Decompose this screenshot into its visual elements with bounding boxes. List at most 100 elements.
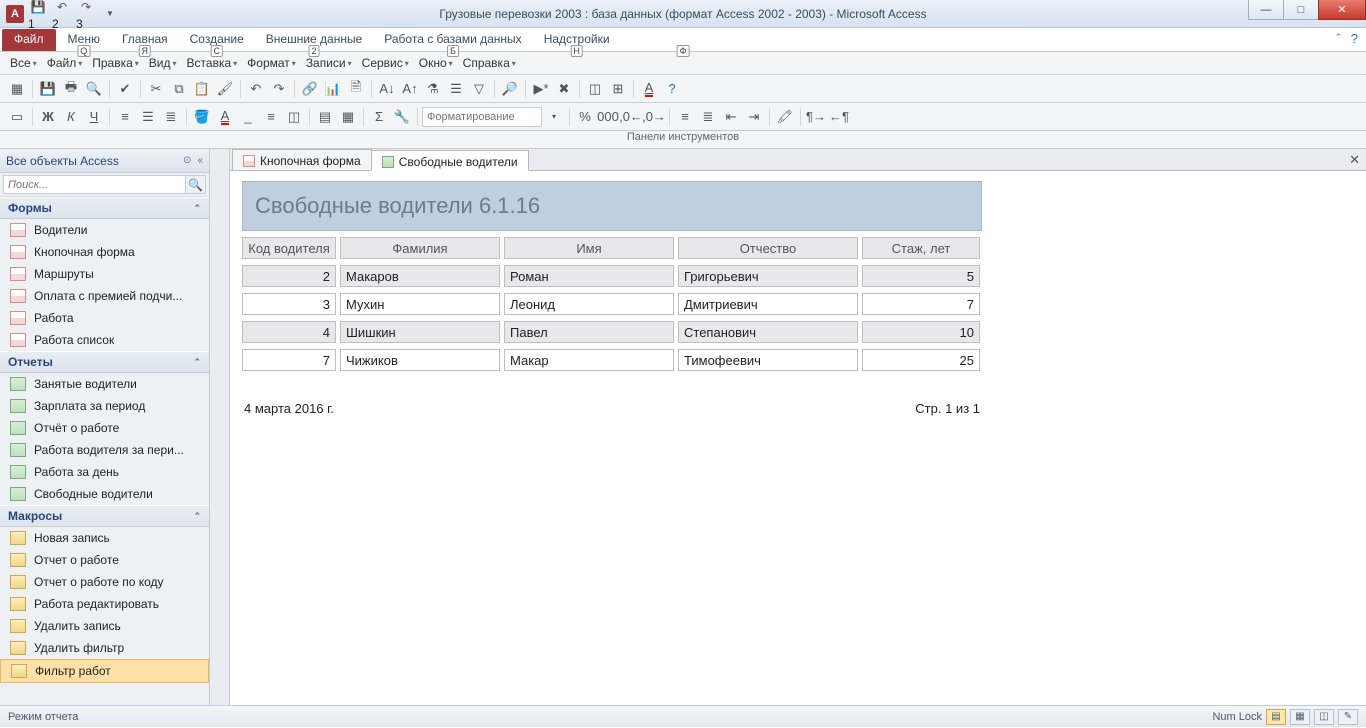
thousand-icon[interactable]: 000 <box>597 106 619 128</box>
find-icon[interactable]: 🔎 <box>499 78 521 100</box>
nav-item[interactable]: Удалить запись <box>0 615 209 637</box>
nav-item[interactable]: Работа водителя за пери... <box>0 439 209 461</box>
filter-toggle-icon[interactable]: ▽ <box>468 78 490 100</box>
tab-database[interactable]: Работа с базами данныхБ <box>374 29 531 51</box>
nav-search-input[interactable] <box>3 175 186 194</box>
doc-close-button[interactable]: ✕ <box>1349 152 1360 168</box>
fill-color-icon[interactable]: 🪣 <box>191 106 213 128</box>
align-left-icon[interactable]: ≡ <box>114 106 136 128</box>
maximize-button[interactable]: □ <box>1283 0 1319 20</box>
italic-icon[interactable]: К <box>60 106 82 128</box>
ltr-icon[interactable]: ¶→ <box>805 106 827 128</box>
line-width-icon[interactable]: ≡ <box>260 106 282 128</box>
view-report-icon[interactable]: ▤ <box>1266 709 1286 725</box>
db-window-icon[interactable]: ◫ <box>584 78 606 100</box>
nav-item[interactable]: Зарплата за период <box>0 395 209 417</box>
paste-icon[interactable]: 📋 <box>191 78 213 100</box>
menu-format[interactable]: Формат▾ <box>243 54 300 72</box>
more2-icon[interactable]: ▦ <box>337 106 359 128</box>
nav-item[interactable]: Отчет о работе по коду <box>0 571 209 593</box>
nav-header[interactable]: Все объекты Access ⊙« <box>0 149 209 173</box>
shutter-bar[interactable] <box>210 149 230 705</box>
tab-addins[interactable]: НадстройкиН <box>534 29 620 51</box>
bold-icon[interactable]: Ж <box>37 106 59 128</box>
nav-group-header[interactable]: Отчеты⌃ <box>0 351 209 373</box>
nav-item[interactable]: Отчет о работе <box>0 549 209 571</box>
nav-item[interactable]: Работа <box>0 307 209 329</box>
view-layout-icon[interactable]: ◫ <box>1314 709 1334 725</box>
cut-icon[interactable]: ✂ <box>145 78 167 100</box>
nav-item[interactable]: Занятые водители <box>0 373 209 395</box>
file-tab[interactable]: ФайлФ <box>2 29 56 51</box>
chart-icon[interactable]: 📊 <box>322 78 344 100</box>
sort-asc-icon[interactable]: A↓ <box>376 78 398 100</box>
nav-item[interactable]: Работа за день <box>0 461 209 483</box>
special-effect-icon[interactable]: ◫ <box>283 106 305 128</box>
line-color-icon[interactable]: _ <box>237 106 259 128</box>
nav-dropdown-icon[interactable]: ⊙ <box>183 155 191 166</box>
tab-main[interactable]: ГлавнаяЯ <box>112 29 178 51</box>
dec-inc-icon[interactable]: ,0← <box>620 106 642 128</box>
help2-icon[interactable]: ? <box>661 78 683 100</box>
menu-all[interactable]: Все▾ <box>6 54 41 72</box>
menu-help[interactable]: Справка▾ <box>459 54 520 72</box>
collapse-icon[interactable]: ⌃ <box>193 203 201 214</box>
format-select[interactable] <box>422 107 542 127</box>
doctab-svobodnye[interactable]: Свободные водители <box>371 150 529 171</box>
tab-external[interactable]: Внешние данные2 <box>256 29 373 51</box>
nav-group-header[interactable]: Макросы⌃ <box>0 505 209 527</box>
nav-item[interactable]: Работа редактировать <box>0 593 209 615</box>
table-row[interactable]: 4ШишкинПавелСтепанович10 <box>242 321 1366 343</box>
painter-icon[interactable]: 🖌 <box>214 78 236 100</box>
collapse-icon[interactable]: ⌃ <box>193 357 201 368</box>
bullist-icon[interactable]: ≣ <box>697 106 719 128</box>
redo-icon[interactable]: ↷ <box>268 78 290 100</box>
tab-menu[interactable]: МенюQ <box>58 29 110 51</box>
highlight-icon[interactable]: 🖍 <box>774 106 796 128</box>
align-right-icon[interactable]: ≣ <box>160 106 182 128</box>
filter-sel-icon[interactable]: ⚗ <box>422 78 444 100</box>
view-design-icon[interactable]: ✎ <box>1338 709 1358 725</box>
dec-dec-icon[interactable]: ,0→ <box>643 106 665 128</box>
nav-item[interactable]: Маршруты <box>0 263 209 285</box>
nav-item[interactable]: Работа список <box>0 329 209 351</box>
ribbon-collapse-icon[interactable]: ˆ <box>1336 31 1340 46</box>
numlist-icon[interactable]: ≡ <box>674 106 696 128</box>
collapse-icon[interactable]: ⌃ <box>193 511 201 522</box>
indent-icon[interactable]: ⇥ <box>743 106 765 128</box>
filter-form-icon[interactable]: ☰ <box>445 78 467 100</box>
dd1-icon[interactable]: ▾ <box>543 106 565 128</box>
underline-icon[interactable]: Ч <box>83 106 105 128</box>
save-icon[interactable]: 💾 <box>37 78 59 100</box>
view-mode-icon[interactable]: ▦ <box>6 78 28 100</box>
percent-icon[interactable]: % <box>574 106 596 128</box>
nav-item[interactable]: Водители <box>0 219 209 241</box>
close-button[interactable]: ✕ <box>1318 0 1366 20</box>
sort-desc-icon[interactable]: A↑ <box>399 78 421 100</box>
font-color-icon[interactable]: A <box>638 78 660 100</box>
doctab-knopochnaya[interactable]: Кнопочная форма <box>232 149 372 170</box>
align-center-icon[interactable]: ☰ <box>137 106 159 128</box>
more3-icon[interactable]: 🔧 <box>391 106 413 128</box>
nav-item[interactable]: Оплата с премией подчи... <box>0 285 209 307</box>
table-row[interactable]: 2МакаровРоманГригорьевич5 <box>242 265 1366 287</box>
search-icon[interactable]: 🔍 <box>186 175 206 194</box>
table-row[interactable]: 3МухинЛеонидДмитриевич7 <box>242 293 1366 315</box>
select-icon[interactable]: ▭ <box>6 106 28 128</box>
groupby-icon[interactable]: Σ <box>368 106 390 128</box>
nav-item[interactable]: Новая запись <box>0 527 209 549</box>
nav-group-header[interactable]: Формы⌃ <box>0 197 209 219</box>
delete-record-icon[interactable]: ✖ <box>553 78 575 100</box>
help-icon[interactable]: ? <box>1351 31 1358 46</box>
nav-item[interactable]: Фильтр работ <box>0 659 209 683</box>
font-color2-icon[interactable]: A <box>214 106 236 128</box>
menu-tools[interactable]: Сервис▾ <box>358 54 413 72</box>
copy-icon[interactable]: ⧉ <box>168 78 190 100</box>
link-icon[interactable]: 🔗 <box>299 78 321 100</box>
more1-icon[interactable]: ▤ <box>314 106 336 128</box>
menu-edit[interactable]: Правка▾ <box>88 54 143 72</box>
table-row[interactable]: 7ЧижиковМакарТимофеевич25 <box>242 349 1366 371</box>
nav-item[interactable]: Кнопочная форма <box>0 241 209 263</box>
minimize-button[interactable]: — <box>1248 0 1284 20</box>
nav-collapse-icon[interactable]: « <box>197 155 203 166</box>
